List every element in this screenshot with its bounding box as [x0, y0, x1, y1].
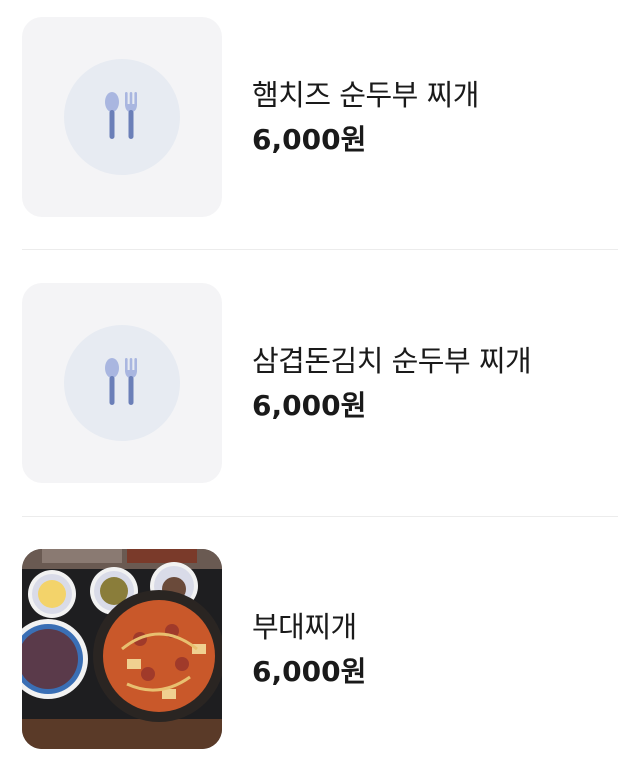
- placeholder-circle: [64, 59, 180, 175]
- menu-item-price: 6,000원: [252, 123, 367, 156]
- food-photo: [22, 549, 222, 749]
- divider: [22, 249, 618, 250]
- utensils-icon: [105, 358, 137, 405]
- menu-item-thumbnail: [22, 283, 222, 483]
- menu-item-price: 6,000원: [252, 655, 367, 688]
- menu-item-price: 6,000원: [252, 389, 367, 422]
- utensils-icon: [105, 92, 137, 139]
- menu-item[interactable]: 햄치즈 순두부 찌개 6,000원: [22, 17, 618, 217]
- menu-item[interactable]: 삼겹돈김치 순두부 찌개 6,000원: [22, 283, 618, 483]
- placeholder-circle: [64, 325, 180, 441]
- menu-item[interactable]: 부대찌개 6,000원: [22, 549, 618, 749]
- menu-item-name: 햄치즈 순두부 찌개: [252, 78, 479, 112]
- menu-item-info: 삼겹돈김치 순두부 찌개 6,000원: [252, 343, 532, 423]
- menu-list: 햄치즈 순두부 찌개 6,000원 삼겹돈김치 순두부 찌개 6,000원 부대…: [0, 0, 618, 778]
- menu-item-photo: [22, 549, 222, 749]
- menu-item-info: 부대찌개 6,000원: [252, 609, 366, 689]
- menu-item-info: 햄치즈 순두부 찌개 6,000원: [252, 77, 479, 157]
- divider: [22, 516, 618, 517]
- menu-item-name: 부대찌개: [252, 610, 357, 644]
- menu-item-name: 삼겹돈김치 순두부 찌개: [252, 344, 532, 378]
- menu-item-thumbnail: [22, 17, 222, 217]
